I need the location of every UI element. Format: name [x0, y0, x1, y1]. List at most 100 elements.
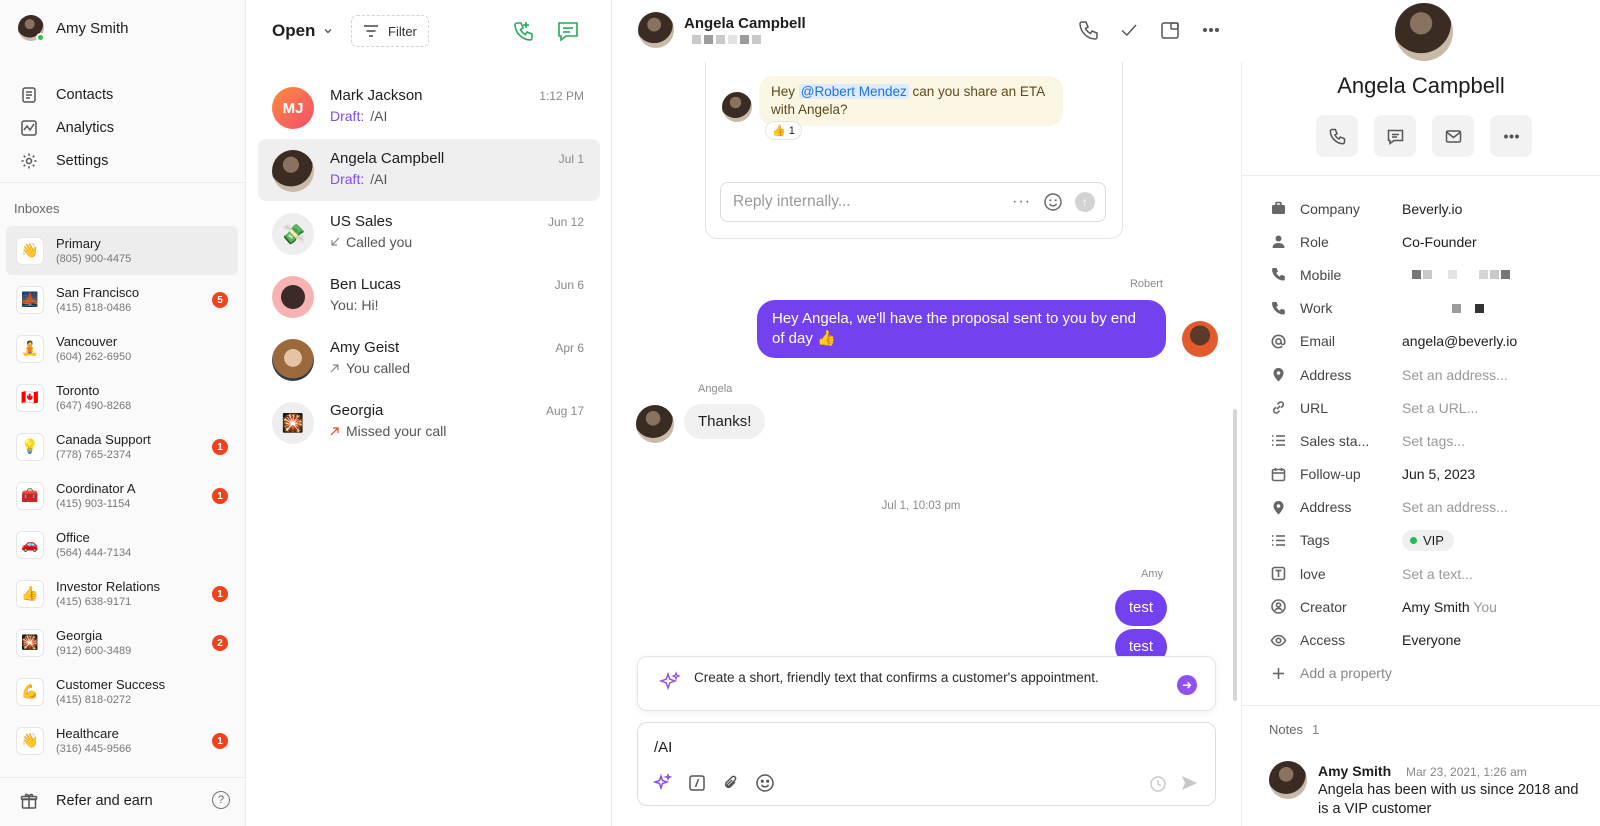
unread-badge: 1 [212, 488, 228, 504]
emoji-icon[interactable] [1043, 192, 1063, 212]
help-icon[interactable]: ? [212, 791, 230, 809]
composer-input[interactable]: /AI [654, 739, 672, 756]
property-row[interactable]: Work [1270, 292, 1580, 325]
nav-item-contacts[interactable]: Contacts [20, 78, 230, 111]
attachment-icon[interactable] [721, 773, 741, 793]
inbox-item[interactable]: 👋 Primary (805) 900-4475 [6, 226, 238, 275]
property-row[interactable]: Role Co-Founder [1270, 225, 1580, 258]
ai-sparkles-icon[interactable] [653, 773, 673, 793]
property-row[interactable]: Mobile [1270, 258, 1580, 291]
nav-item-analytics[interactable]: Analytics [20, 111, 230, 144]
sender-label: Robert [1129, 278, 1163, 290]
chat-scrollbar[interactable] [1233, 409, 1237, 701]
inbox-phone: (805) 900-4475 [56, 253, 132, 265]
property-value[interactable]: Set an address... [1402, 367, 1508, 383]
property-value[interactable]: Set tags... [1402, 433, 1465, 449]
property-value[interactable]: Set a text... [1402, 566, 1473, 582]
inbox-item[interactable]: 👋 Healthcare (316) 445-9566 1 [6, 716, 238, 765]
inbox-item[interactable]: 🧘 Vancouver (604) 262-6950 [6, 324, 238, 373]
contact-panel: Angela Campbell Company Beverly.io Role Co-… [1242, 0, 1600, 826]
preview-text: You: Hi! [330, 297, 379, 313]
emoji-icon[interactable] [755, 773, 775, 793]
inbox-item[interactable]: 💡 Canada Support (778) 765-2374 1 [6, 422, 238, 471]
sidebar-divider [0, 182, 245, 183]
user-name: Amy Smith [56, 19, 129, 37]
status-dropdown[interactable]: Open [272, 21, 333, 41]
message-contact-button[interactable] [1374, 115, 1416, 157]
inbox-item[interactable]: 🧰 Coordinator A (415) 903-1154 1 [6, 471, 238, 520]
add-property-button[interactable]: Add a property [1270, 657, 1580, 690]
composer-toolbar [653, 773, 775, 793]
refer-and-earn-link[interactable]: Refer and earn ? [20, 791, 230, 810]
conversation-item-mark-jackson[interactable]: MJ Mark Jackson 1:12 PM Draft: /AI [258, 76, 600, 138]
ai-prompt-suggestion[interactable]: Create a short, friendly text that confi… [637, 656, 1216, 711]
conversation-list-pane: Open Filter MJ Mark Jackson 1:12 PM Draf… [246, 0, 612, 826]
vip-tag[interactable]: VIP [1402, 529, 1454, 551]
property-row[interactable]: URL Set a URL... [1270, 391, 1580, 424]
conversation-name: Amy Geist [330, 339, 400, 356]
conversation-item-ben-lucas[interactable]: Ben Lucas Jun 6 You: Hi! [258, 265, 600, 327]
schedule-clock-icon[interactable] [1149, 775, 1167, 793]
property-row[interactable]: Company Beverly.io [1270, 192, 1580, 225]
property-key: Address [1300, 499, 1352, 516]
conversation-item-amy-geist[interactable]: Amy Geist Apr 6 You called [258, 328, 600, 390]
inbox-item[interactable]: 💪 Customer Success (415) 818-0272 [6, 667, 238, 716]
property-key: love [1300, 565, 1326, 582]
call-contact-button[interactable] [1316, 115, 1358, 157]
property-row[interactable]: Tags VIP [1270, 524, 1580, 557]
plus-icon [1270, 665, 1287, 682]
reaction-chip[interactable]: 👍 1 [765, 121, 802, 140]
briefcase-icon [1270, 200, 1287, 217]
nav-item-settings[interactable]: Settings [20, 144, 230, 177]
property-row[interactable]: Creator Amy Smith You [1270, 590, 1580, 623]
more-icon[interactable] [1200, 19, 1222, 41]
property-row[interactable]: love Set a text... [1270, 557, 1580, 590]
inbox-name: Healthcare [56, 726, 119, 741]
message-composer[interactable]: /AI [637, 722, 1216, 806]
inbox-item[interactable]: 🌉 San Francisco (415) 818-0486 5 [6, 275, 238, 324]
property-value[interactable]: Set a URL... [1402, 400, 1478, 416]
panel-toggle-icon[interactable] [1159, 19, 1181, 41]
property-value[interactable]: Set an address... [1402, 499, 1508, 515]
inbox-item[interactable]: 🇨🇦 Toronto (647) 490-8268 [6, 373, 238, 422]
inbox-item[interactable]: 👍 Investor Relations (415) 638-9171 1 [6, 569, 238, 618]
mention[interactable]: @Robert Mendez [798, 84, 909, 99]
property-row[interactable]: Email angela@beverly.io [1270, 325, 1580, 358]
snippet-icon[interactable] [687, 773, 707, 793]
inbox-emoji-icon: 🇨🇦 [16, 383, 44, 412]
ai-submit-button[interactable]: ➜ [1177, 675, 1197, 695]
property-row[interactable]: Address Set an address... [1270, 491, 1580, 524]
email-contact-button[interactable] [1432, 115, 1474, 157]
inbox-list: 👋 Primary (805) 900-4475 🌉 San Francisco (415… [6, 226, 238, 765]
new-call-icon[interactable] [510, 18, 536, 44]
send-icon[interactable] [1179, 773, 1199, 793]
incoming-call-icon [331, 237, 340, 246]
filter-button[interactable]: Filter [351, 15, 429, 47]
inbox-item[interactable]: 🚗 Office (564) 444-7134 [6, 520, 238, 569]
person-icon [1270, 233, 1287, 250]
inbox-name: Vancouver [56, 334, 118, 349]
more-icon[interactable]: ··· [1012, 193, 1031, 211]
contact-name[interactable]: Angela Campbell [1242, 73, 1600, 99]
property-row[interactable]: Sales sta... Set tags... [1270, 424, 1580, 457]
call-icon[interactable] [1077, 19, 1099, 41]
draft-label: Draft: [330, 108, 365, 124]
new-message-icon[interactable] [555, 18, 581, 44]
conversation-item-georgia[interactable]: 🎇 Georgia Aug 17 Missed your call [258, 391, 600, 453]
inbox-item[interactable]: 🎇 Georgia (912) 600-3489 2 [6, 618, 238, 667]
property-row[interactable]: Access Everyone [1270, 623, 1580, 656]
property-row[interactable]: Address Set an address... [1270, 358, 1580, 391]
chat-contact-name[interactable]: Angela Campbell [684, 15, 806, 32]
nav-item-label: Settings [56, 152, 109, 169]
mark-done-icon[interactable] [1118, 19, 1140, 41]
more-actions-button[interactable] [1490, 115, 1532, 157]
user-menu[interactable]: Amy Smith [18, 15, 129, 42]
reply-internally-input[interactable]: Reply internally... ··· ↑ [720, 182, 1106, 222]
conversation-item-us-sales[interactable]: 💸 US Sales Jun 12 Called you [258, 202, 600, 264]
property-row[interactable]: Follow-up Jun 5, 2023 [1270, 458, 1580, 491]
conversation-item-angela-campbell[interactable]: Angela Campbell Jul 1 Draft: /AI [258, 139, 600, 201]
inbox-emoji-icon: 🎇 [16, 628, 44, 657]
send-internal-button[interactable]: ↑ [1075, 192, 1095, 212]
inbox-phone: (316) 445-9566 [56, 743, 132, 755]
link-icon [1270, 399, 1287, 416]
